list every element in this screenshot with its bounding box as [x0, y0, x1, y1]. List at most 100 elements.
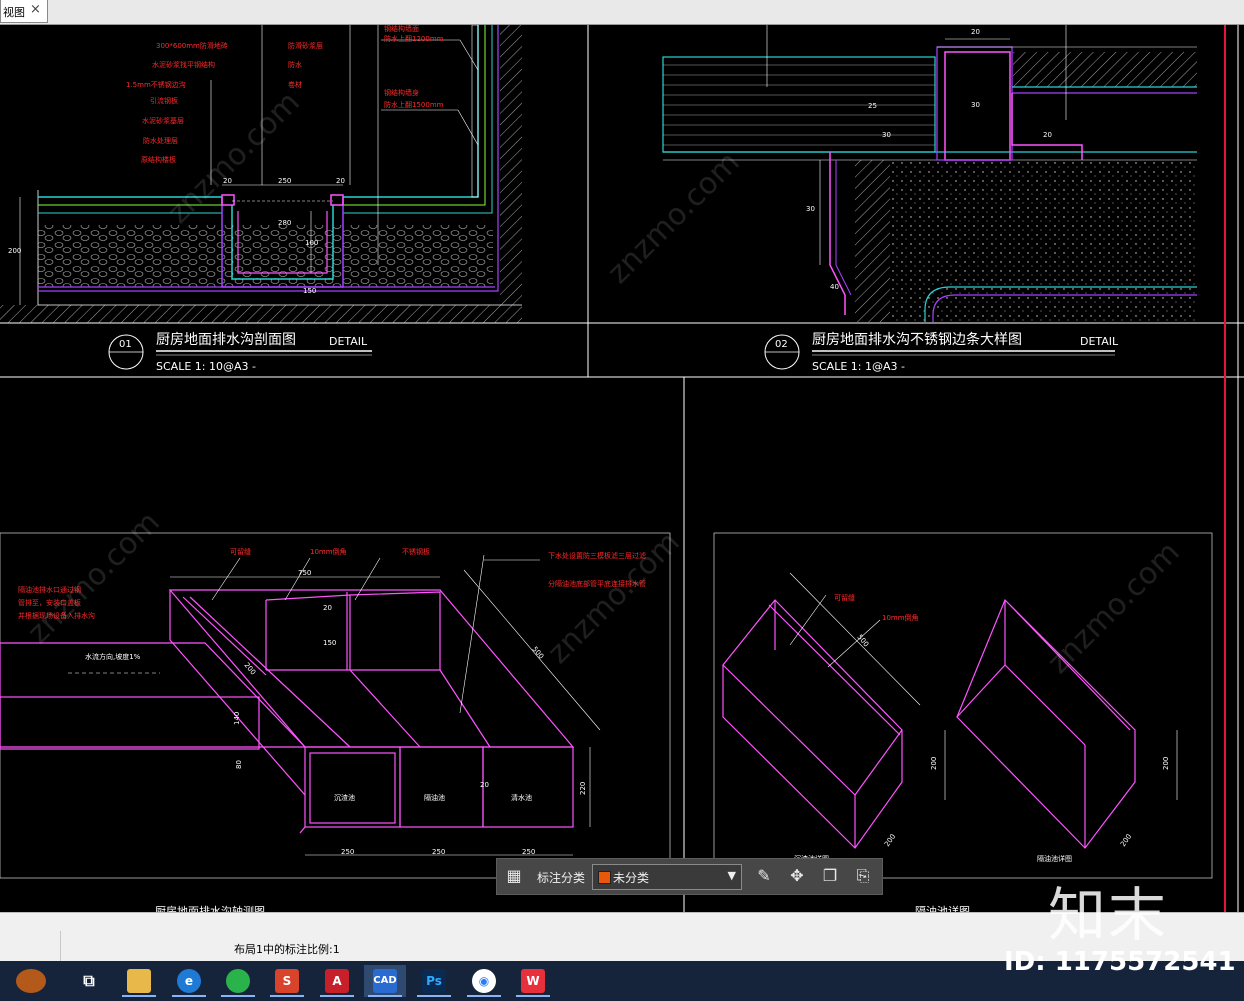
iso-note: 可留缝: [230, 547, 251, 556]
document-tab-bar: 视图 ×: [0, 0, 1244, 25]
iso-note: 10mm倒角: [310, 547, 347, 556]
tab-close-icon[interactable]: ×: [30, 2, 41, 17]
d2-dim: 30: [882, 131, 891, 139]
iso-dim: 250: [341, 848, 354, 856]
iso2-note: 可留缝: [834, 593, 855, 602]
iso2-dim: 200: [930, 757, 938, 770]
tab-drawing[interactable]: 视图 ×: [0, 0, 48, 23]
iso-dim: 250: [432, 848, 445, 856]
caption-partial: 隔油池详图: [915, 904, 970, 912]
category-value: 未分类: [613, 871, 650, 885]
d2-dim: 20: [1043, 131, 1052, 139]
iso-box-label: 隔油池: [424, 793, 445, 802]
svg-text:znzmo.com: znzmo.com: [161, 85, 307, 231]
cad-drawing-canvas[interactable]: 300*600mm防滑地砖 水泥砂浆找平钢结构 1.5mm不锈钢边沟 引流钢板 …: [0, 25, 1244, 912]
d2-scale: SCALE 1: 1@A3 -: [812, 360, 905, 373]
watermark-logo: 知末: [1048, 881, 1169, 949]
d1-label: 引流钢板: [150, 96, 178, 105]
cut-off-captions: 厨房地面排水沟轴测图 隔油池详图: [155, 904, 970, 912]
d1-scale: SCALE 1: 10@A3 -: [156, 360, 256, 373]
d1-dim: 150: [303, 287, 316, 295]
d1-red-right: 钢结构墙身: [384, 88, 419, 97]
d2-dim: 30: [971, 101, 980, 109]
d1-label: 原结构楼板: [141, 155, 176, 164]
taskbar-app-wps-presentation[interactable]: S: [266, 965, 308, 997]
iso-dim: 250: [522, 848, 535, 856]
d1-detail: DETAIL: [329, 335, 368, 348]
edit-icon[interactable]: ✎: [753, 865, 775, 887]
move-icon[interactable]: ✥: [786, 865, 808, 887]
d1-right-label: 防滑砂浆层: [288, 41, 323, 50]
taskbar-app-wps[interactable]: W: [512, 965, 554, 997]
d1-dim: 280: [278, 219, 291, 227]
iso2-note: 10mm倒角: [882, 613, 919, 622]
sheet-frame: [0, 25, 1244, 912]
copy-icon[interactable]: ❐: [819, 865, 841, 887]
d2-detail: DETAIL: [1080, 335, 1119, 348]
category-select[interactable]: 未分类 ▼: [592, 864, 742, 890]
iso-slope: 水流方向,坡度1%: [85, 652, 141, 661]
iso-dim: 140: [233, 712, 241, 725]
isometric-trench-drawing: [0, 589, 575, 834]
svg-text:znzmo.com: znzmo.com: [601, 145, 747, 291]
paste-icon[interactable]: ⎘: [852, 865, 874, 887]
taskbar-app-wechat[interactable]: [217, 965, 259, 997]
chevron-down-icon[interactable]: ▼: [728, 869, 736, 882]
iso2-caption: 隔油池详图: [1037, 854, 1072, 863]
d1-label: 防水处理层: [143, 136, 178, 145]
d2-dim: 30: [806, 205, 815, 213]
iso-dim: 20: [480, 781, 489, 789]
d1-right-label: 防水: [288, 60, 302, 69]
d1-dim: 250: [278, 177, 291, 185]
watermark-id: ID: 1175572541: [1004, 947, 1236, 977]
d1-red-right: 钢结构墙面: [384, 25, 419, 33]
iso-dim: 150: [323, 639, 336, 647]
d1-dim: 20: [336, 177, 345, 185]
svg-text:znzmo.com: znzmo.com: [1041, 535, 1187, 681]
isometric-box-labels: 可留缝 10mm倒角 500 200 200 200 200 沉渣池详图 隔油池…: [794, 593, 1170, 863]
detail-02-title-block: 02 厨房地面排水沟不锈钢边条大样图 DETAIL SCALE 1: 1@A3 …: [764, 331, 1119, 373]
iso2-dim: 200: [1119, 833, 1133, 849]
d1-num: 01: [119, 339, 132, 350]
annotation-scale-status: 布局1中的标注比例:1: [234, 943, 340, 956]
d2-num: 02: [775, 339, 788, 350]
d2-dim: 25: [868, 102, 877, 110]
iso-dim: 750: [298, 569, 311, 577]
d1-label: 1.5mm不锈钢边沟: [126, 80, 186, 89]
taskbar-app-photoshop[interactable]: Ps: [413, 965, 455, 997]
d1-right-label: 卷材: [288, 80, 302, 89]
start-squirrel-icon[interactable]: [2, 965, 64, 997]
caption-partial: 厨房地面排水沟轴测图: [155, 904, 265, 912]
iso2-dim: 200: [1162, 757, 1170, 770]
isometric-trench-labels: 可留缝 10mm倒角 不锈钢板 下水处设置防三模板滤三层过滤 分隔油池底部管平底…: [18, 547, 646, 856]
taskbar-app-autocad[interactable]: A: [316, 965, 358, 997]
taskbar-app-cad[interactable]: CAD: [364, 965, 406, 997]
d1-dim: 200: [8, 247, 21, 255]
grid-icon[interactable]: ▦: [503, 865, 525, 887]
iso2-dim: 200: [883, 833, 897, 849]
iso-dim: 220: [579, 782, 587, 795]
taskbar-app-explorer[interactable]: [118, 965, 160, 997]
iso-dim: 80: [235, 760, 243, 769]
d1-label: 水泥砂浆找平钢结构: [152, 60, 215, 69]
d1-label: 水泥砂浆基层: [142, 116, 184, 125]
detail-01-title-block: 01 厨房地面排水沟剖面图 DETAIL SCALE 1: 10@A3 -: [108, 332, 372, 373]
isometric-trench-leaders: [68, 554, 601, 856]
d1-dim: 100: [305, 239, 318, 247]
taskbar-app-ie[interactable]: e: [168, 965, 210, 997]
iso-note: 不锈钢板: [402, 547, 430, 556]
d1-red-right: 防水上翻1500mm: [384, 100, 444, 109]
svg-text:znzmo.com: znzmo.com: [21, 505, 167, 651]
taskbar-app-baidu-netdisk[interactable]: ◉: [463, 965, 505, 997]
svg-text:znzmo.com: znzmo.com: [541, 525, 687, 671]
toolbar-label: 标注分类: [537, 871, 586, 885]
d1-title: 厨房地面排水沟剖面图: [156, 332, 296, 348]
detail-02-section: [662, 25, 1198, 322]
d2-title: 厨房地面排水沟不锈钢边条大样图: [812, 331, 1022, 348]
iso-dim: 200: [242, 661, 257, 676]
d1-label: 300*600mm防滑地砖: [156, 41, 228, 50]
iso-dim: 20: [323, 604, 332, 612]
task-view-icon[interactable]: ⧉: [68, 965, 110, 997]
color-swatch: [598, 871, 611, 884]
iso-box-label: 清水池: [511, 793, 532, 802]
